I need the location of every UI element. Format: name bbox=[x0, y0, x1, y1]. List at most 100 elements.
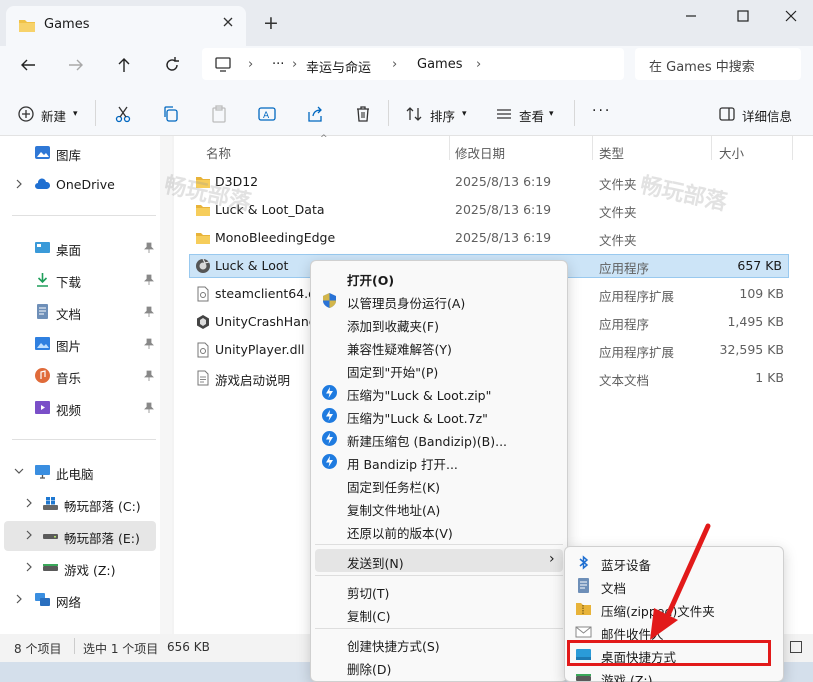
menu-item-open[interactable]: 打开(O) bbox=[315, 266, 563, 289]
menu-item-compress-zip[interactable]: 压缩为"Luck & Loot.zip" bbox=[315, 381, 563, 404]
sidebar-scrollbar[interactable] bbox=[160, 136, 172, 634]
view-button[interactable]: 查看 bbox=[519, 106, 544, 125]
address-bar[interactable] bbox=[202, 48, 624, 80]
chevron-right-icon[interactable] bbox=[24, 498, 34, 508]
sidebar-item-label: 网络 bbox=[56, 595, 82, 610]
maximize-icon[interactable] bbox=[728, 6, 758, 26]
menu-item-pin-taskbar[interactable]: 固定到任务栏(K) bbox=[315, 473, 563, 496]
column-divider[interactable] bbox=[792, 136, 793, 160]
share-icon[interactable] bbox=[305, 104, 325, 124]
pin-icon[interactable] bbox=[144, 338, 154, 349]
details-pane-icon[interactable] bbox=[717, 104, 737, 124]
chevron-right-icon[interactable] bbox=[14, 179, 24, 189]
sidebar-item-desktop[interactable]: 桌面 bbox=[4, 233, 156, 263]
sidebar-item-onedrive[interactable]: OneDrive bbox=[4, 170, 156, 200]
sidebar-item-documents[interactable]: 文档 bbox=[4, 297, 156, 327]
column-divider[interactable] bbox=[449, 136, 450, 160]
pin-icon[interactable] bbox=[144, 242, 154, 253]
chevron-down-icon[interactable] bbox=[14, 466, 24, 476]
menu-item-add-favorites[interactable]: 添加到收藏夹(F) bbox=[315, 312, 563, 335]
menu-item-send-to[interactable]: 发送到(N) › bbox=[315, 549, 563, 572]
delete-icon[interactable] bbox=[353, 104, 373, 124]
menu-item-label: 复制文件地址(A) bbox=[347, 503, 441, 518]
selected-size: 656 KB bbox=[167, 640, 210, 654]
pin-icon[interactable] bbox=[144, 306, 154, 317]
new-icon[interactable] bbox=[16, 104, 36, 124]
details-button[interactable]: 详细信息 bbox=[742, 106, 792, 125]
view-icon[interactable] bbox=[494, 104, 514, 124]
close-tab-icon[interactable] bbox=[220, 14, 236, 30]
forward-icon[interactable] bbox=[64, 55, 88, 75]
sidebar-item-label: 桌面 bbox=[56, 243, 82, 258]
file-date: 2025/8/13 6:19 bbox=[455, 230, 552, 245]
menu-item-cut[interactable]: 剪切(T) bbox=[315, 579, 563, 602]
chevron-right-icon[interactable] bbox=[24, 562, 34, 572]
sidebar-item-pictures[interactable]: 图片 bbox=[4, 329, 156, 359]
menu-item-create-shortcut[interactable]: 创建快捷方式(S) bbox=[315, 632, 563, 655]
zip-folder-icon bbox=[576, 603, 591, 615]
submenu-item-drive-z[interactable]: 游戏 (Z:) bbox=[569, 666, 779, 682]
new-tab-button[interactable]: + bbox=[262, 14, 280, 33]
sidebar-item-drive-c[interactable]: 畅玩部落 (C:) bbox=[4, 489, 156, 519]
column-header-size[interactable]: 大小 bbox=[719, 143, 744, 162]
column-header-date[interactable]: 修改日期 bbox=[455, 143, 505, 162]
file-size: 109 KB bbox=[739, 286, 784, 301]
menu-item-open-bandizip[interactable]: 用 Bandizip 打开... bbox=[315, 450, 563, 473]
pin-icon[interactable] bbox=[144, 402, 154, 413]
more-options-icon[interactable]: ··· bbox=[592, 103, 611, 119]
bandizip-icon bbox=[322, 454, 337, 469]
drive-icon bbox=[43, 534, 58, 539]
breadcrumb-chevron-icon: › bbox=[392, 57, 398, 72]
menu-item-compress-7z[interactable]: 压缩为"Luck & Loot.7z" bbox=[315, 404, 563, 427]
menu-item-new-archive[interactable]: 新建压缩包 (Bandizip)(B)... bbox=[315, 427, 563, 450]
menu-item-copy-path[interactable]: 复制文件地址(A) bbox=[315, 496, 563, 519]
pin-icon[interactable] bbox=[144, 370, 154, 381]
chevron-right-icon[interactable] bbox=[24, 530, 34, 540]
menu-item-compatibility[interactable]: 兼容性疑难解答(Y) bbox=[315, 335, 563, 358]
copy-icon[interactable] bbox=[161, 104, 181, 124]
desktop-icon bbox=[35, 242, 50, 253]
sort-button[interactable]: 排序 bbox=[430, 106, 455, 125]
shield-icon bbox=[323, 293, 336, 308]
close-window-icon[interactable] bbox=[776, 6, 806, 26]
column-header-name[interactable]: 名称 bbox=[206, 143, 231, 162]
menu-item-restore-versions[interactable]: 还原以前的版本(V) bbox=[315, 519, 563, 542]
breadcrumb-more[interactable]: ··· bbox=[272, 57, 284, 72]
search-input[interactable]: 在 Games 中搜索 bbox=[635, 48, 801, 80]
view-toggle-icon[interactable] bbox=[790, 641, 802, 653]
back-icon[interactable] bbox=[16, 55, 40, 75]
menu-item-label: 删除(D) bbox=[347, 662, 392, 677]
minimize-icon[interactable] bbox=[676, 6, 706, 26]
sidebar-item-network[interactable]: 网络 bbox=[4, 585, 156, 615]
menu-item-pin-start[interactable]: 固定到"开始"(P) bbox=[315, 358, 563, 381]
sidebar-item-drive-e[interactable]: 畅玩部落 (E:) bbox=[4, 521, 156, 551]
new-button[interactable]: 新建 bbox=[41, 106, 66, 125]
sidebar-item-gallery[interactable]: 图库 bbox=[4, 138, 156, 168]
file-type: 应用程序扩展 bbox=[599, 289, 675, 304]
paste-icon bbox=[212, 105, 226, 123]
chevron-right-icon[interactable] bbox=[14, 594, 24, 604]
sidebar-item-music[interactable]: 音乐 bbox=[4, 361, 156, 391]
breadcrumb-item[interactable]: Games bbox=[417, 57, 462, 72]
pin-icon[interactable] bbox=[144, 274, 154, 285]
sidebar-item-videos[interactable]: 视频 bbox=[4, 393, 156, 423]
menu-item-delete[interactable]: 删除(D) bbox=[315, 655, 563, 678]
sort-icon[interactable] bbox=[404, 104, 424, 124]
sidebar-item-label: OneDrive bbox=[56, 177, 115, 192]
bandizip-icon bbox=[322, 431, 337, 446]
breadcrumb-item[interactable]: 幸运与命运 bbox=[306, 57, 371, 76]
sidebar-item-this-pc[interactable]: 此电脑 bbox=[4, 457, 156, 487]
table-row[interactable]: MonoBleedingEdge 2025/8/13 6:19 文件夹 bbox=[189, 226, 789, 250]
menu-item-copy[interactable]: 复制(C) bbox=[315, 602, 563, 625]
column-divider[interactable] bbox=[711, 136, 712, 160]
up-icon[interactable] bbox=[112, 55, 136, 75]
rename-icon[interactable]: A bbox=[257, 104, 277, 124]
column-divider[interactable] bbox=[592, 136, 593, 160]
sidebar-item-downloads[interactable]: 下载 bbox=[4, 265, 156, 295]
sidebar-item-drive-z[interactable]: 游戏 (Z:) bbox=[4, 553, 156, 583]
cut-icon[interactable] bbox=[113, 104, 133, 124]
column-header-type[interactable]: 类型 bbox=[599, 143, 624, 162]
menu-item-run-as-admin[interactable]: 以管理员身份运行(A) bbox=[315, 289, 563, 312]
refresh-icon[interactable] bbox=[160, 55, 184, 75]
tab-games[interactable] bbox=[6, 6, 246, 46]
